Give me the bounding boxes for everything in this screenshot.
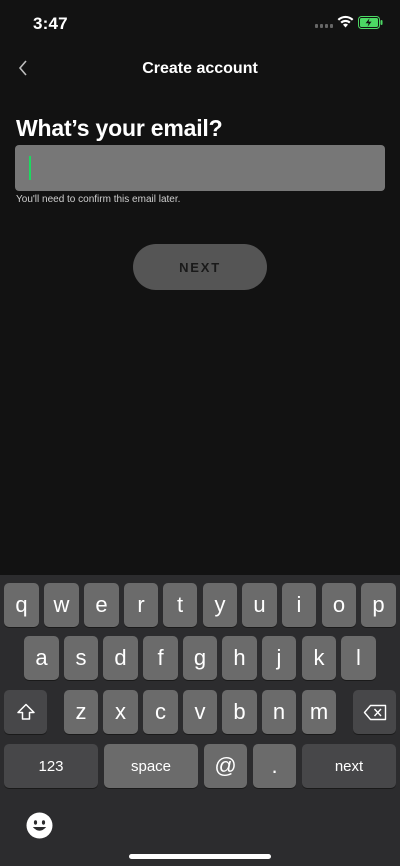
key-m[interactable]: m bbox=[302, 690, 336, 734]
battery-charging-icon bbox=[358, 16, 383, 29]
keyboard-next-key[interactable]: next bbox=[302, 744, 396, 788]
page-title: Create account bbox=[142, 60, 258, 77]
email-hint: You'll need to confirm this email later. bbox=[16, 194, 181, 205]
key-p[interactable]: p bbox=[361, 583, 396, 627]
key-d[interactable]: d bbox=[103, 636, 138, 680]
key-q[interactable]: q bbox=[4, 583, 39, 627]
key-v[interactable]: v bbox=[183, 690, 217, 734]
key-o[interactable]: o bbox=[322, 583, 356, 627]
key-i[interactable]: i bbox=[282, 583, 316, 627]
key-e[interactable]: e bbox=[84, 583, 119, 627]
shift-key[interactable] bbox=[4, 690, 47, 734]
key-j[interactable]: j bbox=[262, 636, 296, 680]
key-l[interactable]: l bbox=[341, 636, 376, 680]
email-field[interactable] bbox=[15, 145, 385, 191]
key-z[interactable]: z bbox=[64, 690, 98, 734]
key-h[interactable]: h bbox=[222, 636, 257, 680]
delete-key[interactable] bbox=[353, 690, 396, 734]
backspace-icon bbox=[363, 704, 386, 720]
key-c[interactable]: c bbox=[143, 690, 178, 734]
key-b[interactable]: b bbox=[222, 690, 257, 734]
key-k[interactable]: k bbox=[302, 636, 336, 680]
key-t[interactable]: t bbox=[163, 583, 197, 627]
numbers-key[interactable]: 123 bbox=[4, 744, 98, 788]
key-g[interactable]: g bbox=[183, 636, 217, 680]
key-s[interactable]: s bbox=[64, 636, 98, 680]
emoji-icon bbox=[26, 812, 53, 839]
wifi-icon bbox=[337, 15, 354, 28]
key-w[interactable]: w bbox=[44, 583, 79, 627]
key-n[interactable]: n bbox=[262, 690, 296, 734]
key-u[interactable]: u bbox=[242, 583, 277, 627]
status-bar: 3:47 bbox=[0, 0, 400, 48]
emoji-button[interactable] bbox=[26, 812, 53, 839]
at-key[interactable]: @ bbox=[204, 744, 247, 788]
status-time: 3:47 bbox=[33, 14, 68, 33]
key-x[interactable]: x bbox=[103, 690, 138, 734]
keyboard: q w e r t y u i o p a s d f g h j k l z … bbox=[0, 575, 400, 866]
key-f[interactable]: f bbox=[143, 636, 178, 680]
next-button[interactable]: NEXT bbox=[133, 244, 267, 290]
cellular-signal-icon bbox=[315, 24, 333, 28]
key-r[interactable]: r bbox=[124, 583, 158, 627]
email-question-heading: What’s your email? bbox=[16, 115, 223, 141]
shift-icon bbox=[16, 703, 35, 720]
home-indicator bbox=[129, 854, 271, 859]
space-key[interactable]: space bbox=[104, 744, 198, 788]
key-y[interactable]: y bbox=[203, 583, 237, 627]
text-cursor bbox=[29, 156, 31, 180]
key-a[interactable]: a bbox=[24, 636, 59, 680]
dot-key[interactable]: . bbox=[253, 744, 296, 788]
